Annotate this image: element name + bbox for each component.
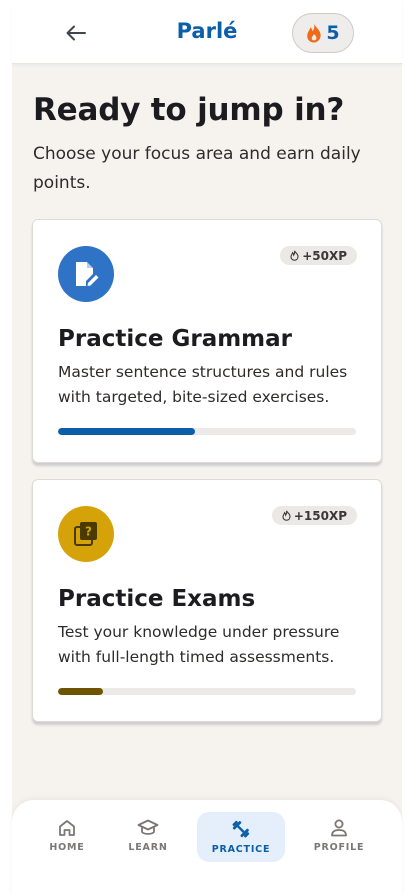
nav-label: HOME [49,842,85,853]
progress-fill [58,428,196,435]
nav-item-learn[interactable]: LEARN [104,812,192,862]
flame-outline-icon [290,250,299,261]
progress-bar [58,428,356,435]
xp-badge: +50XP [280,246,357,265]
nav-label: PRACTICE [211,844,271,855]
practice-grammar-card[interactable]: +50XP Practice Grammar Master sentence s… [32,219,382,463]
svg-text:?: ? [85,525,92,539]
flame-outline-icon [282,510,291,521]
nav-item-home[interactable]: HOME [23,812,111,862]
nav-item-practice[interactable]: PRACTICE [197,812,285,862]
nav-label: PROFILE [313,842,365,853]
card-title: Practice Grammar [58,326,293,352]
nav-label: LEARN [128,842,168,853]
edit-document-icon [76,262,99,286]
bottom-navigation: HOME LEARN PRACTICE PROFILE [12,800,402,895]
xp-value: +50XP [302,248,347,263]
app-screen: Parlé 5 Ready to jump in? Choose your fo… [12,0,402,895]
card-title: Practice Exams [58,586,256,612]
card-icon-circle: ? [58,506,114,562]
card-icon-circle [58,246,114,302]
home-icon [59,820,75,836]
xp-value: +150XP [293,508,347,523]
person-icon [331,819,347,837]
flame-icon [307,23,321,43]
card-description: Test your knowledge under pressure with … [58,623,340,666]
card-description: Master sentence structures and rules wit… [58,363,348,406]
page-subtitle: Choose your focus area and earn daily po… [33,144,361,193]
progress-fill [58,688,103,695]
graduation-cap-icon [137,819,159,835]
top-app-bar: Parlé 5 [12,0,402,64]
streak-counter[interactable]: 5 [292,13,354,53]
streak-count: 5 [326,22,340,44]
progress-bar [58,688,356,695]
nav-item-profile[interactable]: PROFILE [295,812,383,862]
quiz-icon: ? [74,522,97,546]
fitness-icon [232,820,250,838]
page-title: Ready to jump in? [33,92,345,128]
practice-exams-card[interactable]: ? +150XP Practice Exams Test your knowle… [32,479,382,722]
xp-badge: +150XP [271,506,357,525]
